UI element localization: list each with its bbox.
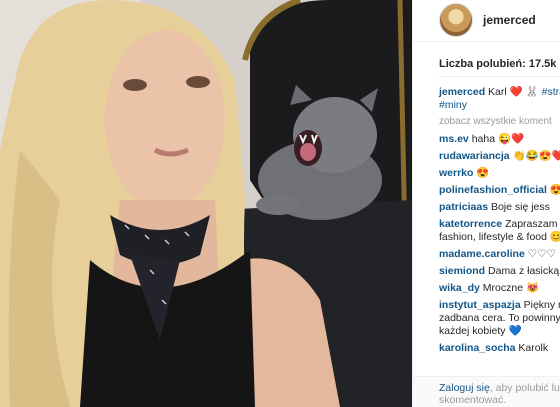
divider <box>439 76 560 77</box>
comment-text-line-2: fashion, lifestyle & food 😊 <box>439 231 560 243</box>
comment-item: rudawariancja 👏😂😍❤️ <box>439 150 560 163</box>
comment-item: werrko 😍 <box>439 167 560 180</box>
comment-item: ms.ev haha 😜❤️ <box>439 133 560 146</box>
comment-text: 😍 <box>550 184 560 196</box>
caption-hashtag-2[interactable]: #miny <box>439 99 467 111</box>
comment-item: instytut_aspazja Piękny m zadbana cera. … <box>439 299 560 338</box>
comment-item: patriciaas Boje się jess <box>439 201 560 214</box>
comment-text-line-3: każdej kobiety 💙 <box>439 325 522 337</box>
login-link[interactable]: Zaloguj się <box>439 382 490 394</box>
comment-text: Piękny m <box>523 299 560 311</box>
login-prompt-bar: Zaloguj się, aby polubić lu skomentować. <box>413 376 560 407</box>
comment-username[interactable]: werrko <box>439 167 473 179</box>
view-all-comments-link[interactable]: zobacz wszystkie koment <box>439 116 560 127</box>
comment-text: 😍 <box>476 167 490 179</box>
comment-username[interactable]: patriciaas <box>439 201 488 213</box>
caption: jemerced Karl ❤️ 🐰 #stra #miny <box>439 86 560 112</box>
comment-username[interactable]: katetorrence <box>439 218 502 230</box>
post-photo <box>0 0 412 407</box>
comments-list: jemerced Karl ❤️ 🐰 #stra #miny zobacz ws… <box>439 86 560 359</box>
comment-item: madame.caroline ♡♡♡ <box>439 248 560 261</box>
comment-username[interactable]: rudawariancja <box>439 150 510 162</box>
comment-item: karolina_socha Karolk <box>439 342 560 355</box>
selfie-with-cat-image <box>0 0 412 407</box>
comment-text: Boje się jess <box>490 201 550 213</box>
comment-text: Karolk <box>518 342 549 354</box>
post-details-panel: jemerced Liczba polubień: 17.5k jemerced… <box>412 0 560 407</box>
comment-item: polinefashion_official 😍 <box>439 184 560 197</box>
comment-username[interactable]: karolina_socha <box>439 342 515 354</box>
comment-username[interactable]: instytut_aspazja <box>439 299 521 311</box>
comment-text: Dama z łasicką <box>488 265 560 277</box>
comment-item: katetorrence Zapraszam fashion, lifestyl… <box>439 218 560 244</box>
caption-text: Karl ❤️ 🐰 <box>488 86 539 98</box>
likes-count[interactable]: Liczba polubień: 17.5k <box>439 58 556 70</box>
caption-hashtag[interactable]: #stra <box>542 86 560 98</box>
comment-text: 👏😂😍❤️ <box>512 150 560 162</box>
login-prompt-rest: , aby polubić lu <box>489 382 560 394</box>
avatar[interactable] <box>439 3 473 37</box>
comment-text-line-2: zadbana cera. To powinny <box>439 312 560 324</box>
login-prompt-text: Zaloguj się, aby polubić lu skomentować. <box>439 382 560 406</box>
post-author-username[interactable]: jemerced <box>483 13 536 27</box>
comment-text: haha 😜❤️ <box>471 133 525 145</box>
comment-text: Mroczne 😻 <box>482 282 540 294</box>
comment-item: siemiond Dama z łasicką <box>439 265 560 278</box>
comment-username[interactable]: ms.ev <box>439 133 469 145</box>
comment-text: Zapraszam <box>504 218 558 230</box>
comment-item: wika_dy Mroczne 😻 <box>439 282 560 295</box>
comment-username[interactable]: wika_dy <box>439 282 480 294</box>
comment-username[interactable]: polinefashion_official <box>439 184 547 196</box>
comment-text: ♡♡♡ <box>527 248 556 260</box>
comment-username[interactable]: madame.caroline <box>439 248 525 260</box>
caption-username[interactable]: jemerced <box>439 86 485 98</box>
post-header: jemerced <box>413 0 560 42</box>
comment-username[interactable]: siemiond <box>439 265 485 277</box>
login-prompt-rest-2: skomentować. <box>439 394 507 406</box>
